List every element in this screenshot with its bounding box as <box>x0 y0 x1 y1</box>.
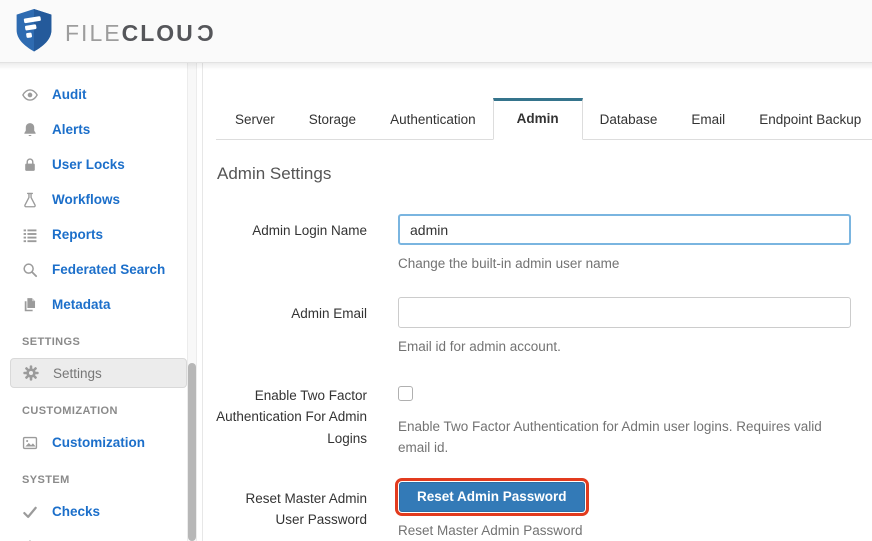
reset-password-help: Reset Master Admin Password <box>398 522 583 538</box>
filecloud-logo[interactable]: FILECLOUC <box>14 8 213 56</box>
sidebar-item-label: Customization <box>52 435 145 450</box>
search-icon <box>21 261 39 279</box>
brand-letter-d-reversed: C <box>194 20 214 46</box>
sidebar-item-upgrade[interactable]: Upgrade <box>0 529 187 541</box>
arrow-up-icon <box>21 538 39 541</box>
admin-login-name-label: Admin Login Name <box>252 223 367 238</box>
sidebar-item-checks[interactable]: Checks <box>0 494 187 529</box>
check-icon <box>21 503 39 521</box>
sidebar-item-workflows[interactable]: Workflows <box>0 182 187 217</box>
tab-database[interactable]: Database <box>583 99 675 139</box>
sidebar-item-label: Audit <box>52 87 87 102</box>
sidebar-section-settings: SETTINGS <box>22 336 81 348</box>
app-window: FILECLOUC Audit Alerts User Locks Workfl… <box>0 0 872 541</box>
sidebar-item-federated-search[interactable]: Federated Search <box>0 252 187 287</box>
settings-panel: Server Storage Authentication Admin Data… <box>202 63 872 541</box>
tab-authentication[interactable]: Authentication <box>373 99 493 139</box>
sidebar-item-reports[interactable]: Reports <box>0 217 187 252</box>
image-icon <box>21 434 39 452</box>
two-factor-checkbox[interactable] <box>398 385 413 401</box>
page-title: Admin Settings <box>217 164 332 183</box>
reset-admin-password-button[interactable]: Reset Admin Password <box>395 477 589 516</box>
tab-endpoint-backup[interactable]: Endpoint Backup <box>742 99 872 139</box>
sidebar-item-settings[interactable]: Settings <box>10 358 187 388</box>
form-row-two-factor: Enable Two Factor Authentication For Adm… <box>216 385 872 459</box>
sidebar-item-user-locks[interactable]: User Locks <box>0 147 187 182</box>
app-header: FILECLOUC <box>0 0 872 70</box>
sidebar-item-metadata[interactable]: Metadata <box>0 287 187 322</box>
admin-login-name-help: Change the built-in admin user name <box>398 256 620 271</box>
form-row-reset-password: Reset Master Admin User Password Reset A… <box>216 477 872 541</box>
tab-admin[interactable]: Admin <box>492 98 583 140</box>
sidebar-item-alerts[interactable]: Alerts <box>0 112 187 147</box>
sidebar-item-label: Alerts <box>52 122 91 137</box>
admin-settings-form: Admin Login Name Change the built-in adm… <box>216 214 872 541</box>
reset-password-label: Reset Master Admin User Password <box>245 490 367 528</box>
brand-file-text: FILE <box>65 20 122 46</box>
brand-cloud-text: CLOU <box>121 20 195 46</box>
list-icon <box>21 226 39 244</box>
admin-email-label: Admin Email <box>291 305 367 321</box>
admin-login-name-input[interactable] <box>398 214 851 245</box>
settings-tab-bar: Server Storage Authentication Admin Data… <box>216 98 872 140</box>
sidebar-item-customization[interactable]: Customization <box>0 425 187 460</box>
sidebar-item-label: Settings <box>53 365 102 381</box>
brand-name: FILECLOUC <box>65 20 214 46</box>
two-factor-help: Enable Two Factor Authentication for Adm… <box>398 418 822 455</box>
sidebar-nav: Audit Alerts User Locks Workflows Report <box>0 63 187 541</box>
pages-icon <box>21 296 39 314</box>
form-row-admin-email: Admin Email Email id for admin account. <box>216 296 872 358</box>
sidebar-item-label: Metadata <box>52 297 111 312</box>
sidebar-item-label: User Locks <box>52 157 125 172</box>
form-row-admin-login-name: Admin Login Name Change the built-in adm… <box>216 214 872 275</box>
sidebar-section-system: SYSTEM <box>22 474 70 486</box>
sidebar-item-label: Workflows <box>52 192 121 207</box>
tab-server[interactable]: Server <box>218 99 292 139</box>
sidebar-section-customization: CUSTOMIZATION <box>22 405 118 417</box>
sidebar-item-label: Checks <box>52 504 101 519</box>
two-factor-label: Enable Two Factor Authentication For Adm… <box>216 387 367 447</box>
bell-icon <box>21 121 39 139</box>
sidebar-scrollbar-thumb[interactable] <box>188 363 196 541</box>
admin-email-input[interactable] <box>398 296 851 328</box>
lock-icon <box>21 156 39 174</box>
tab-storage[interactable]: Storage <box>292 99 373 139</box>
flask-icon <box>21 191 39 209</box>
eye-icon <box>21 86 39 104</box>
gear-icon <box>22 364 40 382</box>
tab-email[interactable]: Email <box>674 99 742 139</box>
sidebar-item-label: Federated Search <box>52 262 166 277</box>
sidebar-item-label: Reports <box>52 227 104 242</box>
filecloud-shield-icon <box>14 8 54 56</box>
admin-email-help: Email id for admin account. <box>398 338 561 354</box>
sidebar-item-audit[interactable]: Audit <box>0 77 187 112</box>
